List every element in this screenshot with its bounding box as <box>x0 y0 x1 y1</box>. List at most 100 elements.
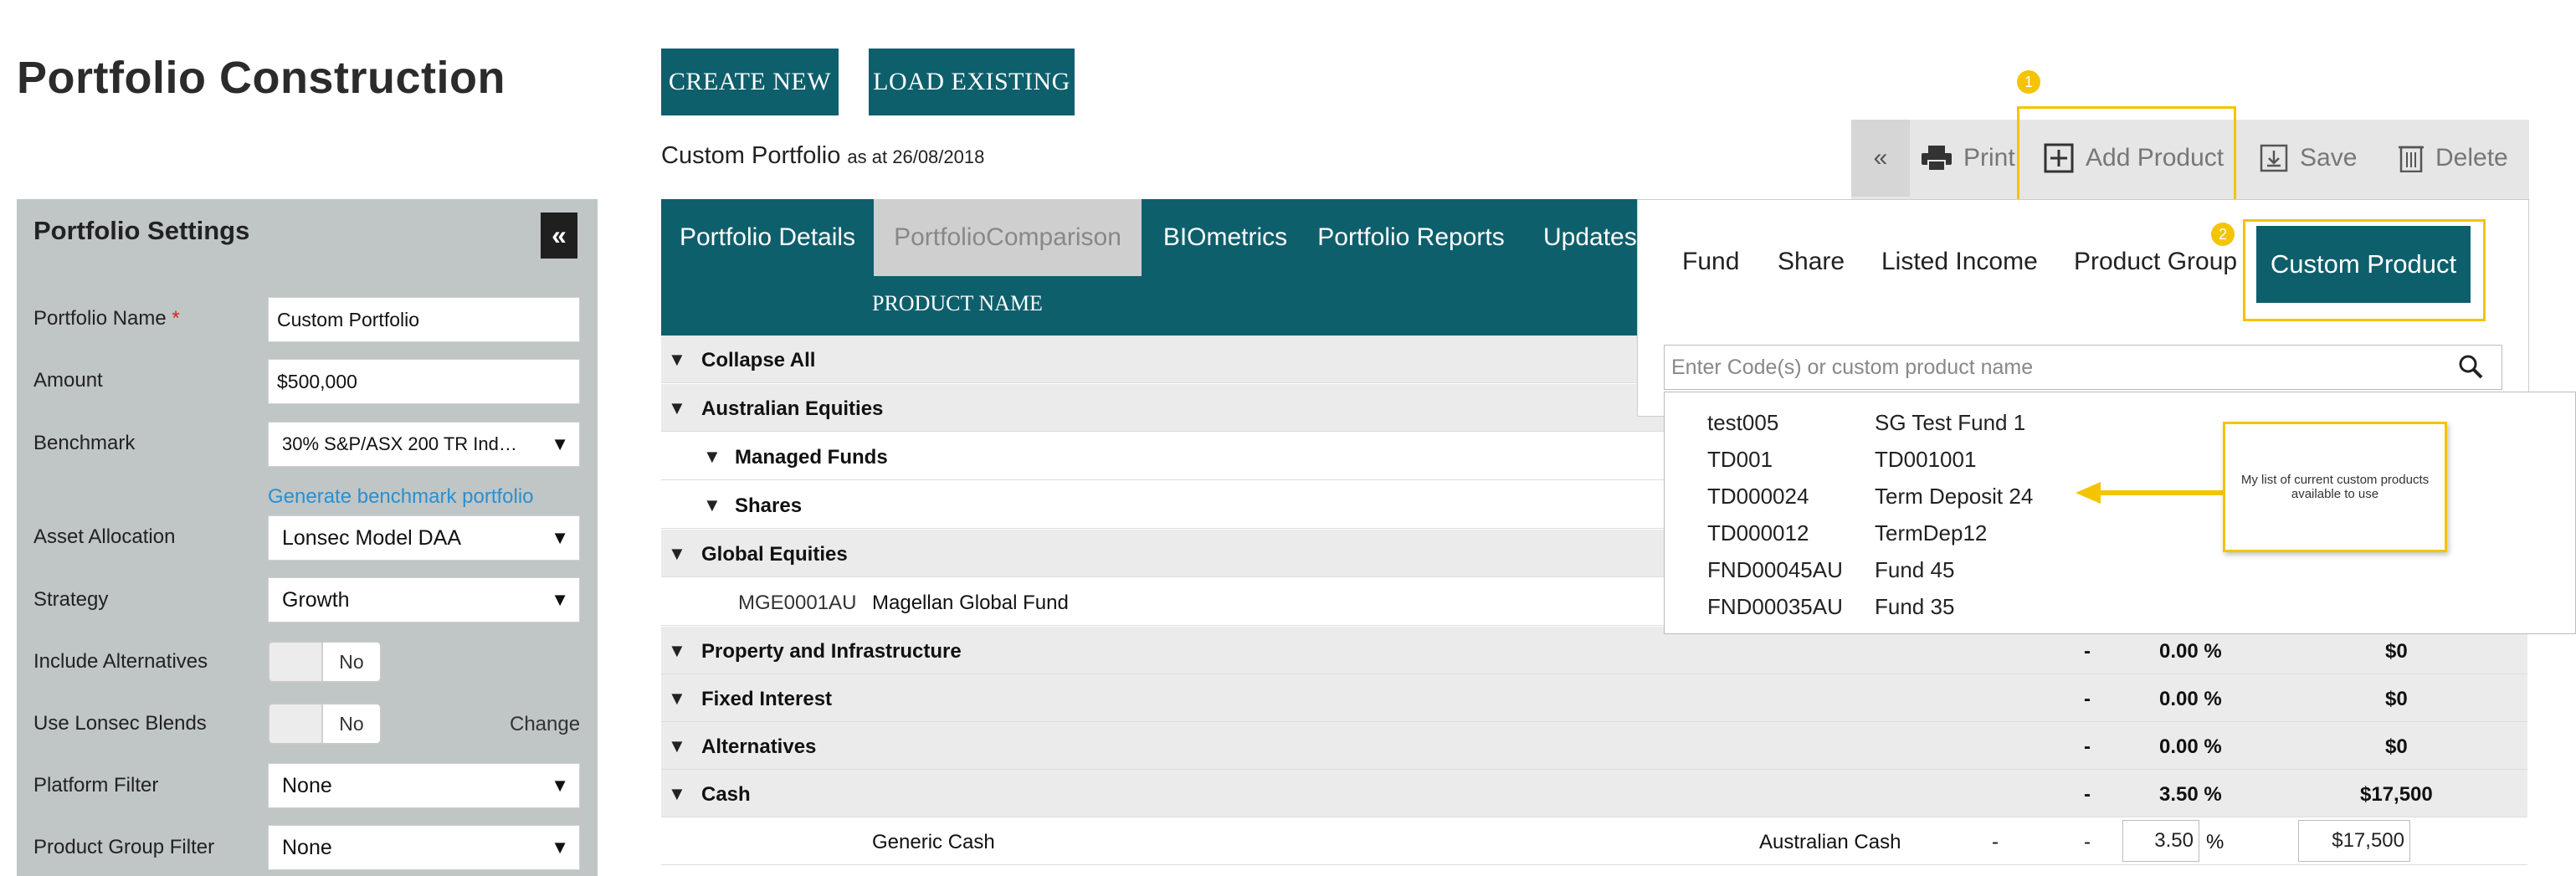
search-icon[interactable] <box>2457 353 2484 384</box>
strategy-value: Growth <box>282 587 350 612</box>
include-alternatives-label: Include Alternatives <box>33 650 208 673</box>
print-label: Print <box>1963 144 2015 172</box>
callout-badge-2: 2 <box>2211 223 2235 246</box>
required-mark: * <box>172 307 180 330</box>
allocation-amount-input[interactable]: $17,500 <box>2298 820 2410 862</box>
asset-allocation-select[interactable]: Lonsec Model DAA ▼ <box>268 515 580 561</box>
toolbar-collapse-button[interactable]: « <box>1851 120 1910 197</box>
tab-portfolio-details[interactable]: Portfolio Details <box>661 199 874 276</box>
change-link[interactable]: Change <box>510 713 580 736</box>
product-type-fund[interactable]: Fund <box>1682 248 1739 276</box>
product-type-custom-product[interactable]: Custom Product <box>2256 226 2471 303</box>
group-row-cash[interactable]: ▼ Cash - 3.50 % $17,500 <box>661 770 2527 817</box>
product-name-header: PRODUCT NAME <box>872 291 1043 315</box>
portfolio-heading-name: Custom Portfolio <box>661 142 841 169</box>
printer-icon <box>1922 146 1952 171</box>
toggle-knob <box>269 643 323 681</box>
result-name[interactable]: TermDep12 <box>1875 520 1987 546</box>
add-product-label: Add Product <box>2086 144 2224 172</box>
result-code[interactable]: TD000024 <box>1707 484 1809 510</box>
row-dash: - <box>2084 688 2091 710</box>
callout-badge-1: 1 <box>2017 70 2040 94</box>
group-row-fixed-interest[interactable]: ▼ Fixed Interest - 0.00 % $0 <box>661 674 2527 722</box>
tab-biometrics[interactable]: BIOmetrics <box>1142 199 1309 276</box>
use-lonsec-blends-toggle[interactable]: No <box>268 703 382 745</box>
asset-class: Australian Cash <box>1759 831 1901 853</box>
portfolio-heading-date: as at 26/08/2018 <box>847 146 985 167</box>
delete-button[interactable]: Delete <box>2399 120 2508 197</box>
collapse-triangle-icon: ▼ <box>703 446 721 467</box>
row-label: Global Equities <box>701 543 848 566</box>
portfolio-name-input[interactable]: Custom Portfolio <box>268 297 580 342</box>
strategy-select[interactable]: Growth ▼ <box>268 577 580 622</box>
generate-benchmark-link[interactable]: Generate benchmark portfolio <box>268 485 534 509</box>
allocation-percent-input[interactable]: 3.50 <box>2122 820 2199 862</box>
grid-header <box>661 276 1691 336</box>
result-name[interactable]: Term Deposit 24 <box>1875 484 2033 510</box>
save-label: Save <box>2300 144 2358 172</box>
row-label: Property and Infrastructure <box>701 640 962 663</box>
download-icon <box>2260 144 2288 172</box>
portfolio-name-label-text: Portfolio Name <box>33 307 167 330</box>
toggle-state: No <box>339 712 364 735</box>
group-row-alternatives[interactable]: ▼ Alternatives - 0.00 % $0 <box>661 722 2527 770</box>
asset-allocation-value: Lonsec Model DAA <box>282 525 462 550</box>
product-type-share[interactable]: Share <box>1778 248 1845 276</box>
product-type-product-group[interactable]: Product Group <box>2074 248 2237 276</box>
row-percent: 3.50 % <box>2159 783 2222 806</box>
load-existing-button[interactable]: LOAD EXISTING <box>869 49 1075 115</box>
row-label: Cash <box>701 783 751 806</box>
annotation-callout: My list of current custom products avail… <box>2223 422 2447 552</box>
platform-filter-select[interactable]: None ▼ <box>268 763 580 808</box>
tab-portfolio-reports[interactable]: Portfolio Reports <box>1309 199 1513 276</box>
create-new-button[interactable]: CREATE NEW <box>661 49 839 115</box>
product-row-generic-cash[interactable]: Generic Cash Australian Cash - - 3.50 % … <box>661 817 2527 865</box>
amount-input[interactable]: $500,000 <box>268 359 580 404</box>
row-label: Collapse All <box>701 349 816 371</box>
include-alternatives-toggle[interactable]: No <box>268 641 382 683</box>
row-dash: - <box>2084 735 2091 758</box>
row-label: Managed Funds <box>735 446 888 469</box>
collapse-triangle-icon: ▼ <box>668 543 686 564</box>
row-amount: $17,500 <box>2360 783 2433 806</box>
row-dash: - <box>2084 783 2091 806</box>
result-code[interactable]: test005 <box>1707 410 1778 436</box>
result-name[interactable]: Fund 45 <box>1875 557 1954 583</box>
collapse-triangle-icon: ▼ <box>668 640 686 661</box>
result-name[interactable]: Fund 35 <box>1875 594 1954 620</box>
product-group-filter-select[interactable]: None ▼ <box>268 825 580 870</box>
row-label: Fixed Interest <box>701 688 833 710</box>
row-percent: 0.00 % <box>2159 640 2222 663</box>
callout-arrow-icon <box>2076 479 2226 511</box>
save-button[interactable]: Save <box>2260 120 2357 197</box>
result-name[interactable]: SG Test Fund 1 <box>1875 410 2025 436</box>
collapse-triangle-icon: ▼ <box>703 494 721 515</box>
tab-portfolio-comparison[interactable]: PortfolioComparison <box>874 199 1142 276</box>
dropdown-arrow-icon: ▼ <box>551 775 569 796</box>
add-product-button[interactable]: Add Product <box>2044 120 2224 197</box>
row-percent: 0.00 % <box>2159 735 2222 758</box>
row-amount: $0 <box>2385 735 2408 758</box>
result-code[interactable]: TD000012 <box>1707 520 1809 546</box>
collapse-triangle-icon: ▼ <box>668 783 686 804</box>
settings-title: Portfolio Settings <box>33 216 250 245</box>
row-dash: - <box>2084 831 2091 853</box>
product-type-listed-income[interactable]: Listed Income <box>1881 248 2038 276</box>
platform-filter-label: Platform Filter <box>33 774 159 797</box>
result-code[interactable]: FND00045AU <box>1707 557 1843 583</box>
asset-allocation-label: Asset Allocation <box>33 525 176 548</box>
product-group-filter-value: None <box>282 835 332 859</box>
print-button[interactable]: Print <box>1922 120 2015 197</box>
benchmark-select[interactable]: 30% S&P/ASX 200 TR Ind… ▼ <box>268 422 580 467</box>
benchmark-label: Benchmark <box>33 432 136 454</box>
result-code[interactable]: FND00035AU <box>1707 594 1843 620</box>
product-group-filter-label: Product Group Filter <box>33 836 215 858</box>
collapse-triangle-icon: ▼ <box>668 735 686 756</box>
result-code[interactable]: TD001 <box>1707 447 1773 473</box>
result-name[interactable]: TD001001 <box>1875 447 1976 473</box>
settings-collapse-button[interactable]: « <box>541 213 577 259</box>
toggle-state: No <box>339 650 364 673</box>
product-search-input[interactable]: Enter Code(s) or custom product name <box>1664 345 2502 390</box>
delete-label: Delete <box>2435 144 2508 172</box>
dropdown-arrow-icon: ▼ <box>551 527 569 548</box>
